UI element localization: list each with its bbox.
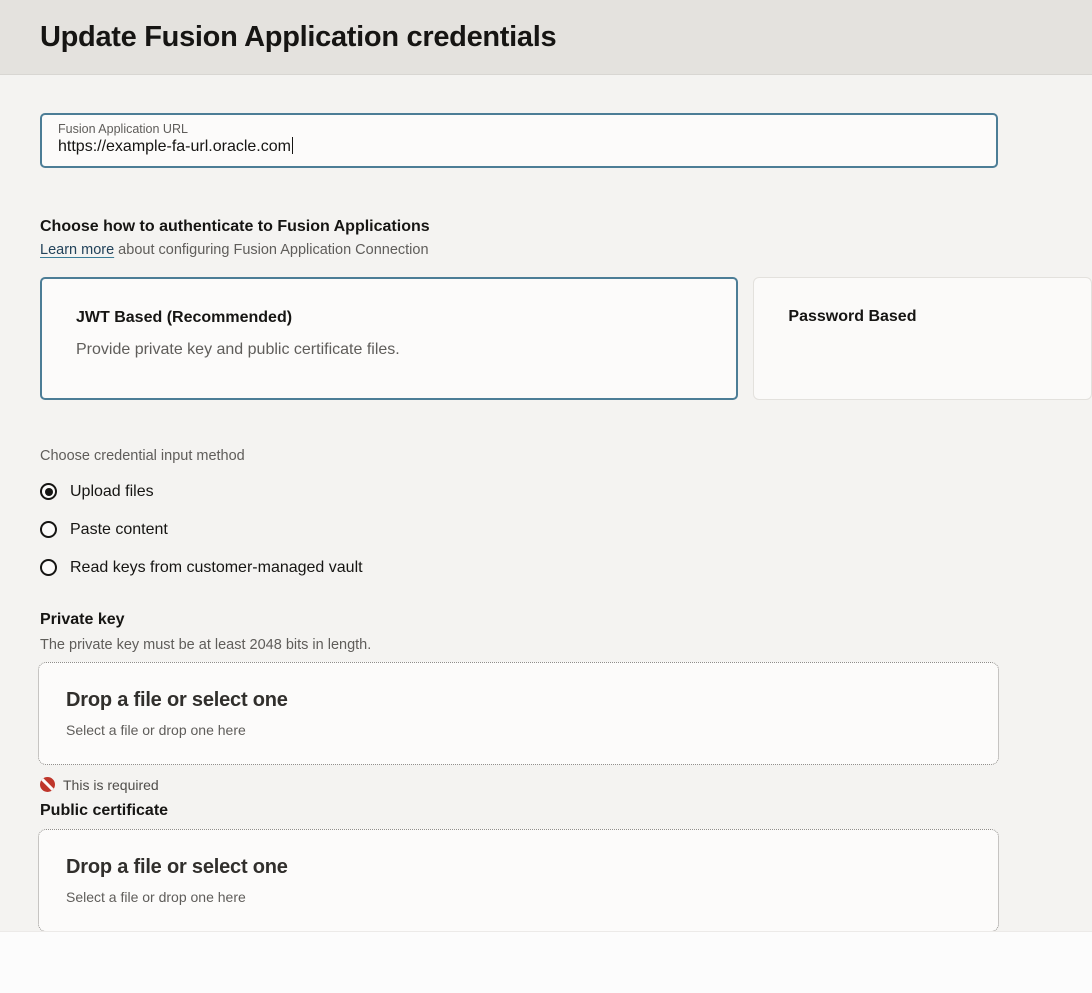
radio-vault-label: Read keys from customer-managed vault bbox=[70, 559, 363, 577]
credential-method-label: Choose credential input method bbox=[40, 448, 1092, 464]
radio-icon-unselected bbox=[40, 559, 57, 576]
text-cursor bbox=[292, 137, 293, 154]
auth-card-jwt[interactable]: JWT Based (Recommended) Provide private … bbox=[40, 277, 738, 400]
radio-icon-selected bbox=[40, 483, 57, 500]
auth-option-cards: JWT Based (Recommended) Provide private … bbox=[40, 277, 1092, 400]
public-certificate-dropzone[interactable]: Drop a file or select one Select a file … bbox=[38, 829, 999, 932]
private-key-heading: Private key bbox=[40, 611, 1092, 629]
auth-card-password[interactable]: Password Based bbox=[753, 277, 1092, 400]
public-certificate-heading: Public certificate bbox=[40, 802, 1092, 820]
radio-upload-files[interactable]: Upload files bbox=[40, 481, 1092, 502]
private-key-error-text: This is required bbox=[63, 777, 159, 793]
private-key-hint: The private key must be at least 2048 bi… bbox=[40, 637, 1092, 653]
radio-icon-unselected bbox=[40, 521, 57, 538]
auth-card-jwt-description: Provide private key and public certifica… bbox=[76, 341, 716, 359]
radio-paste-content-label: Paste content bbox=[70, 521, 168, 539]
footer-panel bbox=[0, 931, 1092, 993]
radio-paste-content[interactable]: Paste content bbox=[40, 519, 1092, 540]
learn-more-line: Learn more about configuring Fusion Appl… bbox=[40, 242, 1092, 258]
private-key-dropzone[interactable]: Drop a file or select one Select a file … bbox=[38, 662, 999, 765]
private-key-dropzone-subtitle: Select a file or drop one here bbox=[66, 722, 978, 738]
radio-vault[interactable]: Read keys from customer-managed vault bbox=[40, 557, 1092, 578]
auth-card-jwt-title: JWT Based (Recommended) bbox=[76, 309, 716, 327]
auth-section-heading: Choose how to authenticate to Fusion App… bbox=[40, 218, 1092, 236]
error-banned-icon bbox=[40, 777, 55, 792]
auth-card-password-title: Password Based bbox=[788, 308, 1071, 326]
main-content: Fusion Application URL https://example-f… bbox=[0, 113, 1092, 960]
fusion-url-label: Fusion Application URL bbox=[58, 122, 982, 136]
fusion-url-input[interactable]: Fusion Application URL https://example-f… bbox=[40, 113, 998, 168]
public-certificate-dropzone-title: Drop a file or select one bbox=[66, 856, 978, 879]
learn-more-rest: about configuring Fusion Application Con… bbox=[114, 242, 428, 258]
radio-upload-files-label: Upload files bbox=[70, 483, 154, 501]
learn-more-link[interactable]: Learn more bbox=[40, 242, 114, 258]
private-key-error: This is required bbox=[40, 776, 1092, 793]
page-header: Update Fusion Application credentials bbox=[0, 0, 1092, 75]
page-title: Update Fusion Application credentials bbox=[40, 21, 556, 54]
fusion-url-value: https://example-fa-url.oracle.com bbox=[58, 138, 293, 155]
private-key-dropzone-title: Drop a file or select one bbox=[66, 689, 978, 712]
public-certificate-dropzone-subtitle: Select a file or drop one here bbox=[66, 889, 978, 905]
